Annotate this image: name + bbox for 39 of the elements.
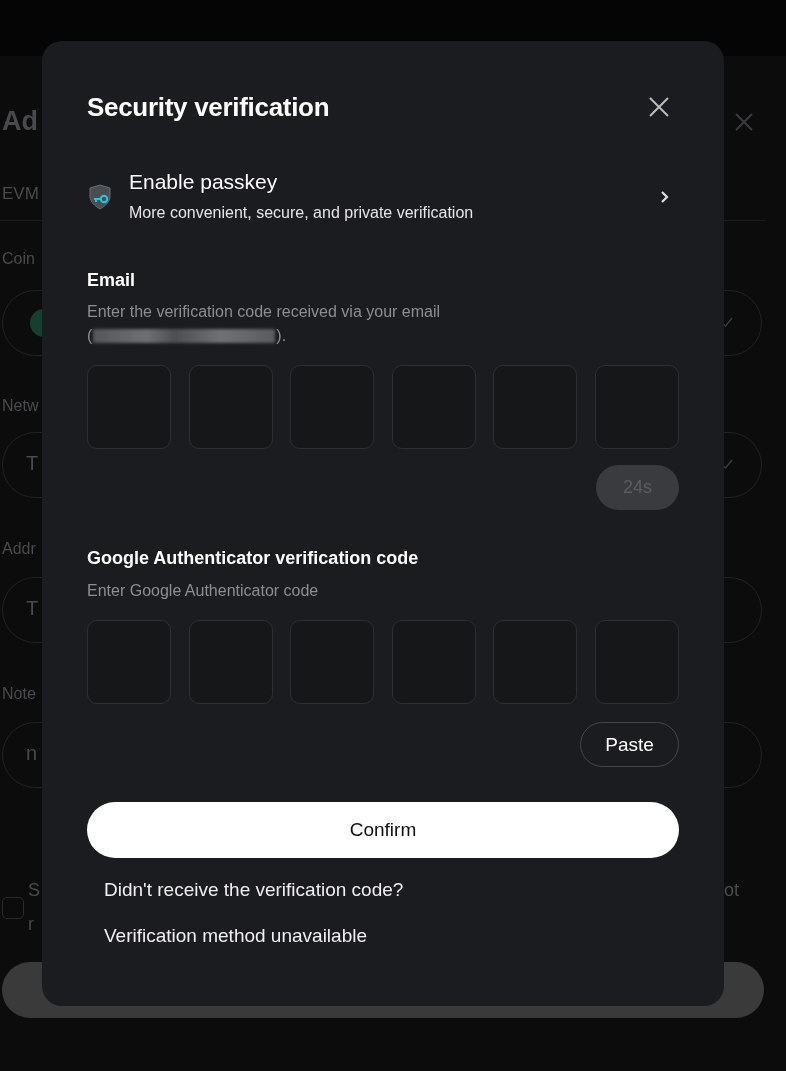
field-label: Note: [2, 685, 36, 703]
passkey-title[interactable]: Enable passkey: [129, 170, 659, 194]
code-input-box[interactable]: [391, 365, 476, 449]
chevron-right-icon[interactable]: [659, 189, 669, 204]
code-input-box[interactable]: [594, 620, 679, 704]
shield-key-icon: [89, 183, 113, 210]
section-description: Enter the verification code received via your email: [87, 302, 442, 322]
section-description: Enter Google Authenticator code: [87, 581, 320, 601]
checkbox[interactable]: [2, 897, 24, 919]
page-title: Ad: [2, 106, 38, 137]
code-input-box[interactable]: [391, 620, 476, 704]
field-value: T: [26, 597, 39, 620]
field-label: Netw: [2, 397, 39, 415]
code-input-box[interactable]: [87, 365, 171, 449]
confirm-button[interactable]: Confirm: [87, 802, 679, 858]
field-label: Addr: [2, 540, 36, 558]
help-link[interactable]: Didn't receive the verification code?: [104, 879, 404, 901]
field-value: n: [26, 742, 38, 765]
code-input-box[interactable]: [594, 365, 679, 449]
section-label: Google Authenticator verification code: [87, 547, 420, 569]
field-value: T: [26, 452, 39, 475]
code-input-box[interactable]: [290, 365, 375, 449]
code-input-box[interactable]: [290, 620, 375, 704]
field-label: Coin: [2, 250, 35, 268]
code-input-box[interactable]: [188, 365, 273, 449]
code-input-box[interactable]: [493, 620, 578, 704]
checkbox-label: r: [28, 914, 34, 935]
code-input-box[interactable]: [188, 620, 273, 704]
checkbox-label: S: [28, 880, 40, 901]
help-link[interactable]: Verification method unavailable: [104, 925, 367, 947]
code-input-box[interactable]: [87, 620, 171, 704]
email-bracket: ).: [276, 326, 287, 346]
section-label: Email: [87, 269, 137, 291]
dialog-title: Security verification: [87, 91, 330, 123]
close-icon[interactable]: [649, 97, 669, 117]
checkbox-label: ot: [724, 880, 739, 901]
email-bracket: (: [87, 326, 93, 346]
code-input-box[interactable]: [493, 365, 578, 449]
passkey-subtitle: More convenient, secure, and private verification: [129, 203, 475, 223]
